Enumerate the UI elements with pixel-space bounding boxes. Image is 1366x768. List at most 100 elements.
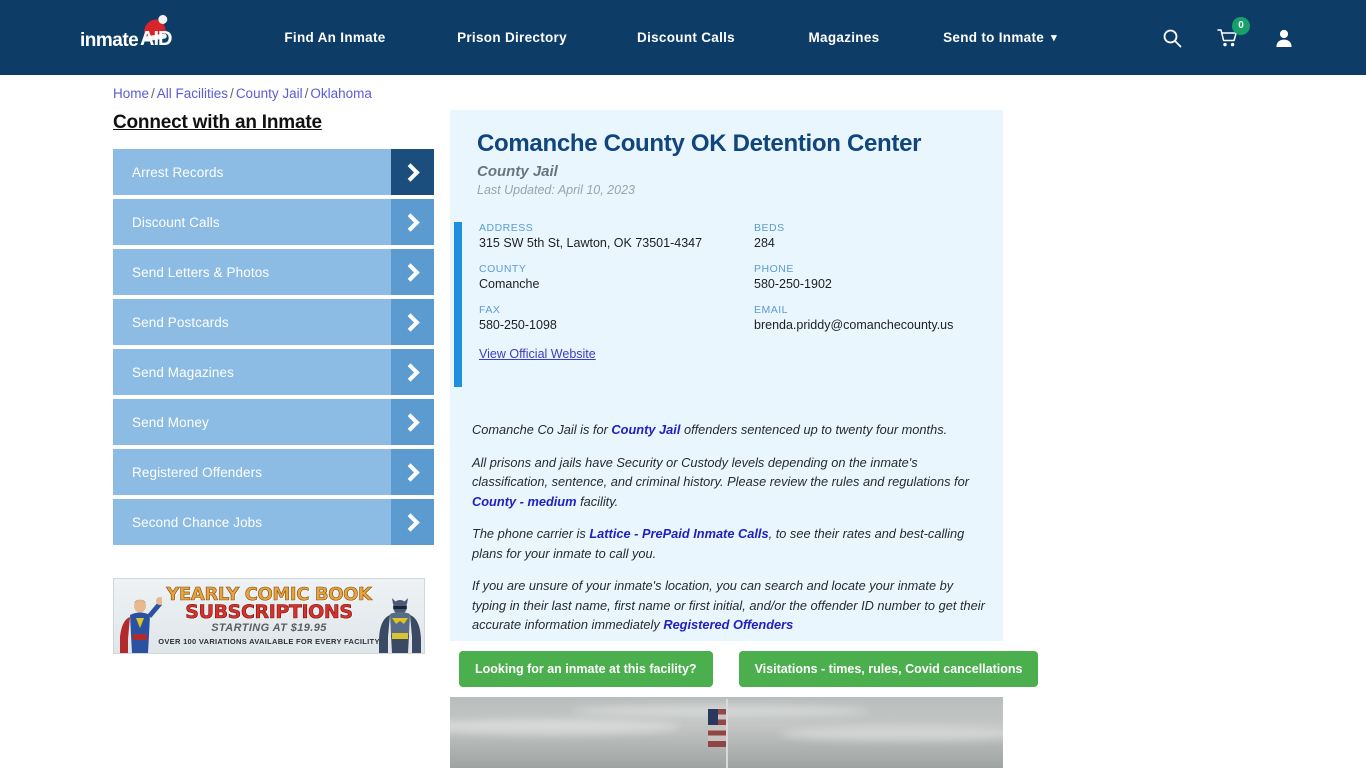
sidebar-item-registered-offenders[interactable]: Registered Offenders [113,449,434,495]
nav-item-discount-calls[interactable]: Discount Calls [604,30,768,45]
sidebar: Connect with an Inmate Arrest Records Di… [113,112,434,549]
looking-for-inmate-button[interactable]: Looking for an inmate at this facility? [459,651,713,687]
nav-label: Send to Inmate [943,30,1045,45]
page-title: Comanche County OK Detention Center [477,130,922,157]
detail-value: Comanche [479,277,540,291]
cart-icon[interactable]: 0 [1216,16,1250,50]
facility-details-grid: ADDRESS 315 SW 5th St, Lawton, OK 73501-… [479,222,979,345]
link-county-medium[interactable]: County - medium [472,494,577,509]
facility-contact-block: ADDRESS 315 SW 5th St, Lawton, OK 73501-… [450,222,1003,387]
sidebar-item-label: Send Magazines [132,364,234,380]
p1-text-a: Comanche Co Jail is for [472,422,612,437]
primary-nav: Find An Inmate Prison Directory Discount… [250,0,1080,75]
detail-value: 315 SW 5th St, Lawton, OK 73501-4347 [479,236,703,250]
p1-text-b: offenders sentenced up to twenty four mo… [680,422,948,437]
last-updated-text: Last Updated: April 10, 2023 [477,183,635,197]
facility-action-buttons: Looking for an inmate at this facility? … [459,651,1039,687]
detail-label: PHONE [754,263,794,275]
chevron-right-icon [391,299,434,345]
breadcrumb: Home / All Facilities / County Jail / Oklahoma [113,86,372,101]
sidebar-item-label: Registered Offenders [132,464,263,480]
breadcrumb-item-home[interactable]: Home [113,86,149,101]
chevron-right-icon [391,199,434,245]
top-navigation-bar: inmate AID Find An Inmate Prison Directo… [0,0,1366,75]
detail-value: 580-250-1098 [479,318,557,332]
breadcrumb-item-all-facilities[interactable]: All Facilities [157,86,228,101]
detail-label: EMAIL [754,304,789,316]
chevron-right-icon [391,399,434,445]
sidebar-item-label: Send Money [132,414,209,430]
cloud-streak [450,719,680,735]
chevron-right-icon [391,499,434,545]
logo-text: inmate [80,30,139,51]
sidebar-item-discount-calls[interactable]: Discount Calls [113,199,434,245]
flag-canton [708,709,718,725]
logo-accent-text: AID [140,28,172,50]
cart-count-badge: 0 [1232,16,1250,35]
user-icon[interactable] [1272,26,1296,50]
cloud-streak [780,727,1003,741]
search-icon[interactable] [1160,26,1184,50]
breadcrumb-separator: / [151,86,155,101]
detail-fax: FAX 580-250-1098 [479,304,754,345]
p2-text-a: All prisons and jails have Security or C… [472,454,969,490]
detail-county: COUNTY Comanche [479,263,754,304]
sidebar-item-send-magazines[interactable]: Send Magazines [113,349,434,395]
sidebar-item-send-postcards[interactable]: Send Postcards [113,299,434,345]
p2-text-b: facility. [576,493,619,509]
facility-type: County Jail [477,163,558,180]
detail-value: brenda.priddy@comanchecounty.us [754,318,954,332]
sidebar-item-label: Arrest Records [132,164,224,180]
description-paragraph-2: All prisons and jails have Security or C… [472,453,985,512]
visitations-button[interactable]: Visitations - times, rules, Covid cancel… [738,651,1039,687]
link-county-jail[interactable]: County Jail [611,422,680,437]
chevron-right-icon [391,449,434,495]
facility-description: Comanche Co Jail is for County Jail offe… [472,420,985,648]
sidebar-item-send-letters-photos[interactable]: Send Letters & Photos [113,249,434,295]
sidebar-item-label: Second Chance Jobs [132,514,263,530]
sidebar-item-label: Discount Calls [132,214,220,230]
batman-illustration [379,598,421,653]
detail-email: EMAIL brenda.priddy@comanchecounty.us [754,304,979,345]
breadcrumb-item-oklahoma[interactable]: Oklahoma [310,86,372,101]
view-official-website-link[interactable]: View Official Website [479,347,596,361]
nav-item-prison-directory[interactable]: Prison Directory [420,30,604,45]
facility-header: Comanche County OK Detention Center Coun… [450,110,1003,197]
sidebar-heading: Connect with an Inmate [113,112,322,133]
detail-label: COUNTY [479,263,527,275]
sidebar-item-label: Send Letters & Photos [132,264,270,280]
description-paragraph-3: The phone carrier is Lattice - PrePaid I… [472,524,985,563]
chevron-right-icon [391,349,434,395]
breadcrumb-separator: / [230,86,234,101]
nav-label: Find An Inmate [284,30,386,45]
nav-label: Prison Directory [457,30,567,45]
p3-text-a: The phone carrier is [472,526,590,541]
chevron-right-icon [391,249,434,295]
site-logo[interactable]: inmate AID [80,17,184,58]
nav-label: Magazines [808,30,880,45]
detail-value: 284 [754,236,775,250]
detail-phone: PHONE 580-250-1902 [754,263,979,304]
nav-label: Discount Calls [637,30,735,45]
sidebar-item-second-chance-jobs[interactable]: Second Chance Jobs [113,499,434,545]
link-registered-offenders[interactable]: Registered Offenders [663,617,793,632]
chevron-down-icon: ▾ [1051,32,1057,44]
detail-label: FAX [479,304,501,316]
sidebar-item-label: Send Postcards [132,314,229,330]
detail-value: 580-250-1902 [754,277,832,291]
comic-book-subscription-ad[interactable]: YEARLY COMIC BOOK SUBSCRIPTIONS STARTING… [113,578,425,654]
accent-bar [454,222,462,387]
flag-pole [726,699,728,768]
sidebar-item-arrest-records[interactable]: Arrest Records [113,149,434,195]
description-paragraph-1: Comanche Co Jail is for County Jail offe… [472,420,985,440]
sidebar-item-send-money[interactable]: Send Money [113,399,434,445]
facility-info-card: Comanche County OK Detention Center Coun… [450,110,1003,641]
nav-utility-icons: 0 [1160,0,1296,75]
detail-label: ADDRESS [479,222,534,234]
nav-item-find-an-inmate[interactable]: Find An Inmate [250,30,420,45]
nav-item-magazines[interactable]: Magazines [768,30,920,45]
link-lattice-prepaid-inmate-calls[interactable]: Lattice - PrePaid Inmate Calls [589,526,768,541]
description-paragraph-4: If you are unsure of your inmate's locat… [472,576,985,635]
breadcrumb-item-county-jail[interactable]: County Jail [236,86,303,101]
nav-item-send-to-inmate[interactable]: Send to Inmate ▾ [920,30,1080,45]
